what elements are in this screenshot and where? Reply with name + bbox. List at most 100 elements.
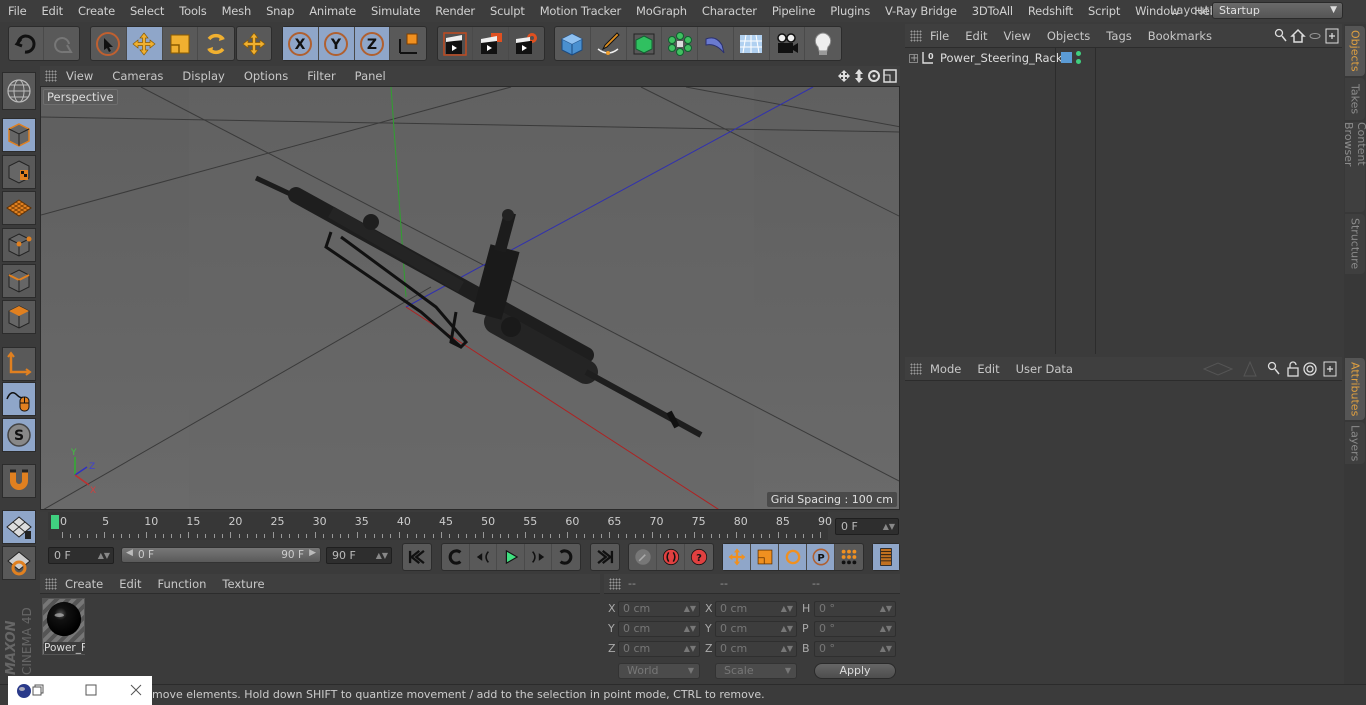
- viewport-menu-panel[interactable]: Panel: [346, 69, 396, 83]
- object-menu-bookmarks[interactable]: Bookmarks: [1140, 29, 1220, 43]
- render-visibility-dot[interactable]: [1076, 59, 1081, 64]
- record-button[interactable]: [657, 544, 685, 570]
- key-scale-button[interactable]: [751, 544, 779, 570]
- deformer-button[interactable]: [698, 27, 734, 60]
- texture-mode-button[interactable]: [2, 155, 36, 189]
- playhead-marker[interactable]: [51, 515, 59, 529]
- key-position-button[interactable]: [723, 544, 751, 570]
- menu-select[interactable]: Select: [122, 4, 171, 18]
- goto-end-button[interactable]: [591, 544, 619, 570]
- rot-p-field[interactable]: 0 ° ▲▼: [814, 621, 896, 637]
- current-frame-field[interactable]: 0 F ▲▼: [835, 518, 899, 535]
- material-menu-create[interactable]: Create: [57, 577, 111, 591]
- viewport-menu-options[interactable]: Options: [235, 69, 298, 83]
- tab-structure[interactable]: Structure: [1345, 214, 1365, 274]
- size-y-field[interactable]: 0 cm ▲▼: [715, 621, 797, 637]
- menu-plugins[interactable]: Plugins: [822, 4, 877, 18]
- apply-button[interactable]: Apply: [814, 663, 896, 679]
- menu-pipeline[interactable]: Pipeline: [764, 4, 822, 18]
- menu-edit[interactable]: Edit: [33, 4, 69, 18]
- y-axis-button[interactable]: Y: [318, 27, 355, 60]
- live-selection-button[interactable]: [91, 27, 127, 60]
- menu-sculpt[interactable]: Sculpt: [482, 4, 532, 18]
- range-left-arrow-icon[interactable]: ◀: [126, 548, 133, 558]
- points-mode-button[interactable]: [2, 228, 36, 262]
- new-panel-icon[interactable]: [1323, 361, 1337, 377]
- menu-3dtoall[interactable]: 3DToAll: [964, 4, 1020, 18]
- material-menu-texture[interactable]: Texture: [214, 577, 272, 591]
- object-menu-objects[interactable]: Objects: [1039, 29, 1098, 43]
- camera-button[interactable]: [770, 27, 806, 60]
- snap-settings-button[interactable]: [2, 510, 36, 544]
- material-menu-function[interactable]: Function: [150, 577, 215, 591]
- panel-grip-icon[interactable]: [45, 70, 57, 82]
- scale-button[interactable]: [163, 27, 199, 60]
- pen-button[interactable]: [591, 27, 627, 60]
- model-mode-button[interactable]: [2, 118, 36, 152]
- size-z-field[interactable]: 0 cm ▲▼: [715, 641, 797, 657]
- object-menu-view[interactable]: View: [996, 29, 1039, 43]
- cube-button[interactable]: [555, 27, 591, 60]
- tab-layers[interactable]: Layers: [1345, 422, 1365, 464]
- subdivision-surface-button[interactable]: [627, 27, 663, 60]
- timeline-ruler[interactable]: 0 5 10 15 20 25 30 35 40 45 50 55 60 65 70 75 80 85 90: [48, 512, 832, 540]
- goto-start-button[interactable]: [403, 544, 431, 570]
- move-button[interactable]: [126, 27, 163, 60]
- viewport-menu-view[interactable]: View: [57, 69, 103, 83]
- solo-button[interactable]: S: [2, 418, 36, 452]
- menu-mograph[interactable]: MoGraph: [628, 4, 694, 18]
- menu-animate[interactable]: Animate: [301, 4, 363, 18]
- object-menu-tags[interactable]: Tags: [1098, 29, 1139, 43]
- redo-button[interactable]: [44, 27, 79, 60]
- visibility-icon[interactable]: [1309, 33, 1321, 39]
- make-editable-button[interactable]: [2, 72, 36, 110]
- close-icon[interactable]: [130, 684, 142, 696]
- light-button[interactable]: [805, 27, 841, 60]
- camera-label[interactable]: Perspective: [43, 89, 118, 105]
- prev-frame-button[interactable]: [470, 544, 498, 570]
- key-pla-button[interactable]: [835, 544, 863, 570]
- menu-create[interactable]: Create: [70, 4, 122, 18]
- rotate-button[interactable]: [198, 27, 234, 60]
- object-menu-file[interactable]: File: [922, 29, 957, 43]
- tweak-mode-button[interactable]: [2, 382, 36, 416]
- menu-render[interactable]: Render: [427, 4, 482, 18]
- start-frame-field[interactable]: 0 F ▲▼: [48, 547, 114, 564]
- menu-file[interactable]: File: [0, 4, 33, 18]
- edges-mode-button[interactable]: [2, 264, 36, 298]
- coordinate-system-button[interactable]: [390, 27, 426, 60]
- back-arrow-icon[interactable]: [1202, 362, 1234, 376]
- menu-script[interactable]: Script: [1080, 4, 1127, 18]
- viewport-menu-cameras[interactable]: Cameras: [103, 69, 173, 83]
- search-icon[interactable]: [1267, 361, 1280, 375]
- expand-icon[interactable]: +: [909, 53, 918, 63]
- search-icon[interactable]: [1274, 28, 1287, 42]
- timeline-window-button[interactable]: [873, 544, 899, 570]
- target-icon[interactable]: [1303, 362, 1317, 376]
- key-parameter-button[interactable]: P: [807, 544, 835, 570]
- workplane-button[interactable]: [2, 191, 36, 225]
- axis-mode-button[interactable]: [2, 347, 36, 381]
- object-menu-edit[interactable]: Edit: [957, 29, 995, 43]
- panel-grip-icon[interactable]: [609, 577, 621, 590]
- panel-grip-icon[interactable]: [910, 29, 922, 42]
- z-axis-button[interactable]: Z: [354, 27, 391, 60]
- menu-snap[interactable]: Snap: [258, 4, 301, 18]
- pos-x-field[interactable]: 0 cm ▲▼: [618, 601, 700, 617]
- undo-button[interactable]: [9, 27, 45, 60]
- viewport-rotate-icon[interactable]: [868, 70, 880, 82]
- panel-grip-icon[interactable]: [45, 577, 57, 590]
- layer-color-swatch[interactable]: [1061, 52, 1072, 63]
- rot-b-field[interactable]: 0 ° ▲▼: [814, 641, 896, 657]
- material-menu-edit[interactable]: Edit: [111, 577, 149, 591]
- lock-icon[interactable]: [1287, 361, 1299, 377]
- x-axis-button[interactable]: X: [283, 27, 319, 60]
- new-panel-icon[interactable]: [1325, 28, 1339, 44]
- coordinate-mode-dropdown[interactable]: Scale ▼: [715, 663, 797, 679]
- menu-tools[interactable]: Tools: [171, 4, 213, 18]
- object-name[interactable]: Power_Steering_Rack: [940, 51, 1063, 65]
- tab-takes[interactable]: Takes: [1345, 78, 1365, 120]
- snap-button[interactable]: [2, 464, 36, 498]
- pos-z-field[interactable]: 0 cm ▲▼: [618, 641, 700, 657]
- attribute-menu-edit[interactable]: Edit: [969, 362, 1007, 376]
